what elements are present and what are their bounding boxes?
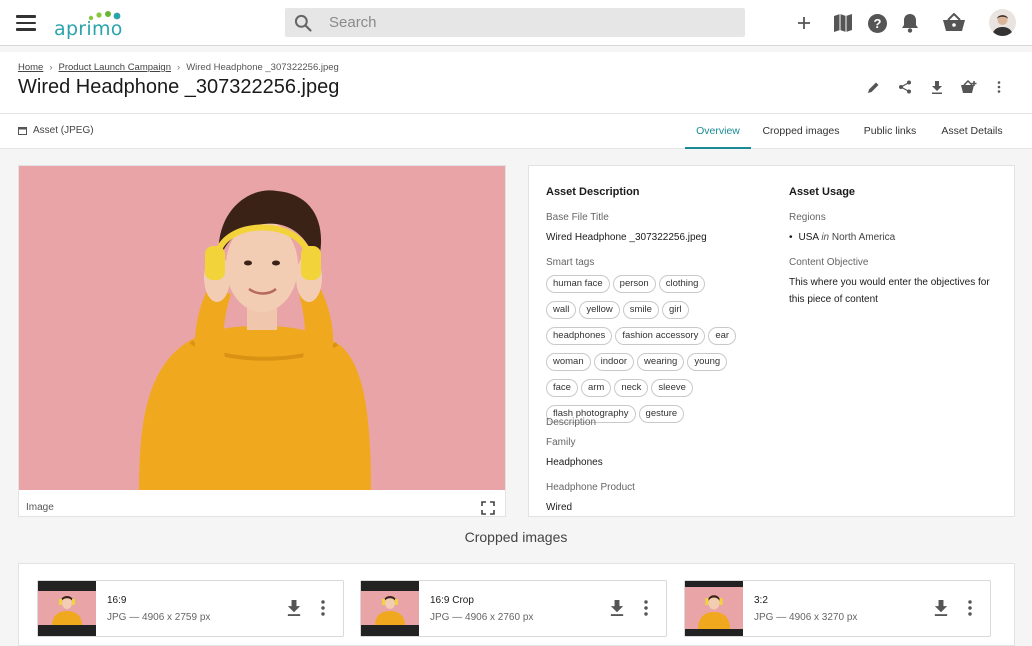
breadcrumb: Home › Product Launch Campaign › Wired Headp… [18, 62, 339, 73]
menu-icon[interactable] [16, 15, 36, 31]
add-icon[interactable] [791, 10, 817, 36]
breadcrumb-separator: › [177, 62, 181, 73]
smart-tag[interactable]: sleeve [651, 379, 693, 397]
headphone-product-label: Headphone Product [546, 482, 635, 493]
cropped-image-name: 3:2 [754, 595, 768, 606]
cropped-image-name: 16:9 Crop [430, 595, 474, 606]
asset-preview-image[interactable] [19, 166, 505, 490]
download-icon[interactable] [609, 600, 625, 616]
region-name: USA [798, 232, 819, 243]
smart-tag[interactable]: young [687, 353, 728, 371]
region-in: in [821, 232, 830, 243]
bullet: • [789, 232, 793, 243]
add-to-basket-icon[interactable] [958, 78, 978, 96]
search-icon [294, 14, 312, 32]
svg-text:?: ? [873, 16, 881, 31]
fullscreen-icon[interactable] [481, 501, 495, 515]
smart-tag[interactable]: girl [661, 301, 689, 319]
family-label: Family [546, 437, 576, 448]
asset-usage-heading: Asset Usage [789, 186, 856, 198]
smart-tag[interactable]: ear [708, 327, 737, 345]
tab-asset-details[interactable]: Asset Details [934, 114, 1010, 149]
cropped-image-name: 16:9 [107, 595, 127, 606]
tab-cropped-images[interactable]: Cropped images [757, 114, 845, 149]
tab-public-links[interactable]: Public links [856, 114, 924, 149]
cropped-image-card[interactable]: 16:9 Crop JPG — 4906 x 2760 px [360, 580, 667, 637]
headphone-product-value: Wired [546, 502, 573, 513]
search-bar[interactable] [285, 8, 745, 37]
share-icon[interactable] [895, 78, 915, 96]
cropped-image-thumbnail[interactable] [361, 581, 419, 636]
cropped-image-info: JPG — 4906 x 3270 px [754, 612, 858, 623]
region-item: • USA in North America [789, 232, 895, 243]
smart-tag[interactable]: headphones [546, 327, 613, 345]
smart-tag[interactable]: arm [580, 379, 612, 397]
asset-type-label: Asset (JPEG) [33, 125, 94, 136]
smart-tag[interactable]: person [612, 275, 656, 293]
content-objective-value: This where you would enter the objective… [789, 277, 990, 305]
cropped-image-card[interactable]: 3:2 JPG — 4906 x 3270 px [684, 580, 991, 637]
cropped-images-title: Cropped images [464, 529, 568, 545]
smart-tag[interactable]: wall [546, 301, 577, 319]
download-icon[interactable] [927, 78, 947, 96]
cropped-image-card[interactable]: 16:9 JPG — 4906 x 2759 px [37, 580, 344, 637]
breadcrumb-home[interactable]: Home [18, 62, 43, 73]
map-icon[interactable] [830, 10, 856, 36]
more-vert-icon[interactable] [316, 600, 330, 616]
smart-tag[interactable]: smile [622, 301, 659, 319]
smart-tag[interactable]: indoor [593, 353, 635, 371]
top-bar: aprimo ? [0, 0, 1032, 46]
download-icon[interactable] [933, 600, 949, 616]
download-icon[interactable] [286, 600, 302, 616]
more-vert-icon[interactable] [639, 600, 653, 616]
cropped-images-section: Cropped images 16:9 JPG — 4906 x 2759 px… [0, 517, 1032, 646]
cropped-images-list: 16:9 JPG — 4906 x 2759 px 16:9 Crop JPG … [18, 563, 1015, 646]
cropped-image-thumbnail[interactable] [685, 581, 743, 636]
more-vert-icon[interactable] [989, 78, 1009, 96]
smart-tag[interactable]: wearing [637, 353, 685, 371]
smart-tags-label: Smart tags [546, 257, 595, 268]
smart-tags: human face person clothing wall yellow smile… [546, 273, 756, 429]
bell-icon[interactable] [897, 10, 923, 36]
smart-tag[interactable]: yellow [579, 301, 620, 319]
cropped-image-thumbnail[interactable] [38, 581, 96, 636]
regions-label: Regions [789, 212, 826, 223]
smart-tag[interactable]: woman [546, 353, 591, 371]
smart-tag[interactable]: gesture [638, 405, 685, 423]
cropped-image-info: JPG — 4906 x 2760 px [430, 612, 534, 623]
avatar[interactable] [989, 9, 1016, 36]
family-value: Headphones [546, 457, 603, 468]
edit-icon[interactable] [863, 78, 883, 96]
smart-tag[interactable]: face [546, 379, 578, 397]
page-title: Wired Headphone _307322256.jpeg [18, 76, 340, 98]
asset-file-icon [18, 126, 27, 135]
asset-description-heading: Asset Description [546, 186, 640, 198]
breadcrumb-separator: › [49, 62, 53, 73]
help-icon[interactable]: ? [864, 10, 890, 36]
description-label: Description [546, 417, 597, 428]
base-file-title-label: Base File Title [546, 212, 609, 223]
tab-bar: Asset (JPEG) Overview Cropped images Pub… [0, 114, 1032, 149]
preview-caption: Image [26, 502, 54, 513]
asset-type: Asset (JPEG) [18, 125, 94, 136]
breadcrumb-current: Wired Headphone _307322256.jpeg [186, 62, 339, 73]
logo-text: aprimo [54, 18, 123, 40]
base-file-title-value: Wired Headphone _307322256.jpeg [546, 232, 707, 243]
preview-card: Image [18, 165, 506, 517]
basket-icon[interactable] [941, 10, 967, 36]
cropped-image-info: JPG — 4906 x 2759 px [107, 612, 211, 623]
search-input[interactable] [329, 11, 729, 34]
content-objective-label: Content Objective [789, 257, 869, 268]
tab-overview[interactable]: Overview [685, 114, 751, 149]
smart-tag[interactable]: clothing [658, 275, 706, 293]
smart-tag[interactable]: human face [546, 275, 610, 293]
page-header: Home › Product Launch Campaign › Wired Headp… [0, 52, 1032, 114]
metadata-panel: Asset Description Base File Title Wired … [528, 165, 1015, 517]
region-parent: North America [831, 232, 896, 243]
smart-tag[interactable]: fashion accessory [615, 327, 706, 345]
breadcrumb-campaign[interactable]: Product Launch Campaign [59, 62, 172, 73]
smart-tag[interactable]: neck [614, 379, 649, 397]
more-vert-icon[interactable] [963, 600, 977, 616]
